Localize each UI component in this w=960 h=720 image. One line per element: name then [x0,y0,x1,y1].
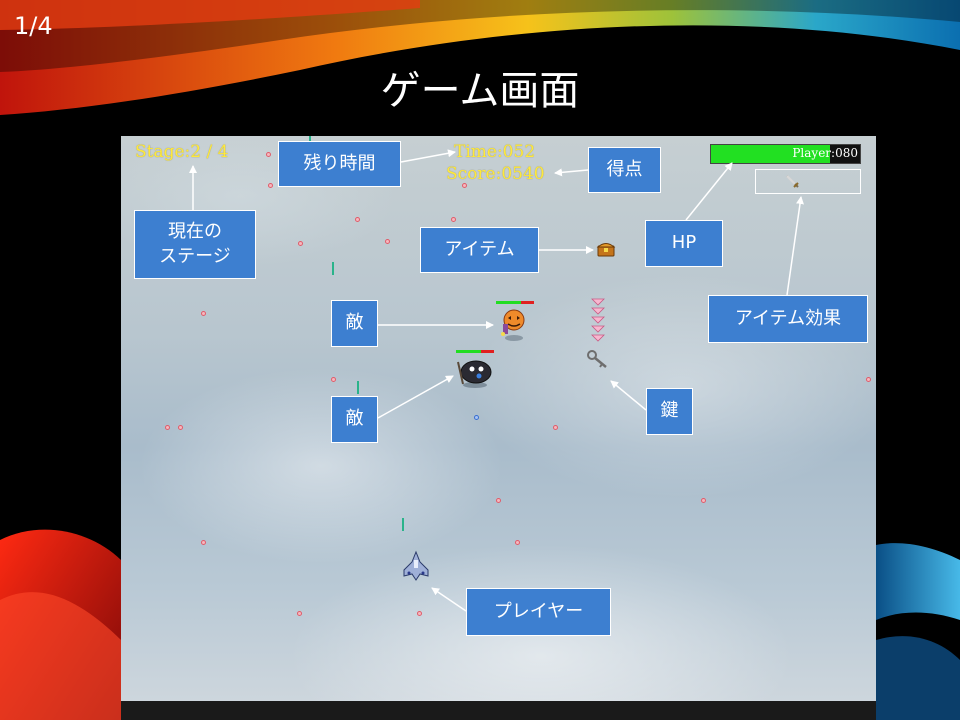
label-current-stage-line1: 現在の [168,221,222,243]
enemy-bullet [553,425,558,430]
enemy-bullet [201,540,206,545]
treasure-chest-icon [596,243,616,257]
page-number: 1/4 [14,12,53,40]
enemy-hp-bar [456,350,494,353]
label-item: アイテム [420,227,539,273]
enemy-bullet [266,152,271,157]
key-icon [587,350,607,368]
heart-stack-icon [591,298,605,342]
sword-icon [786,175,799,188]
enemy-hp-damage [481,350,494,353]
item-effect-slot [755,169,861,194]
player-hp-bar: Player:080 [710,144,861,164]
stage-indicator: Stage:2 / 4 [135,142,229,162]
enemy-hp-bar [496,301,534,304]
label-hp: HP [645,220,723,267]
enemy-bullet [355,217,360,222]
label-remaining-time: 残り時間 [278,141,401,187]
slide-title: ゲーム画面 [380,68,580,114]
label-current-stage-line2: ステージ [159,245,231,267]
enemy-hp-damage [521,301,534,304]
label-enemy-2: 敵 [331,396,378,443]
label-current-stage: 現在の ステージ [134,210,256,279]
enemy-bullet [451,217,456,222]
player-shot [357,381,359,394]
time-counter: Time:052 [454,142,536,162]
label-item-effect: アイテム効果 [708,295,868,343]
player-shot [332,262,334,275]
enemy-bullet [496,498,501,503]
enemy-bullet [178,425,183,430]
enemy-pumpkin-icon [501,309,525,341]
label-key: 鍵 [646,388,693,435]
score-counter: Score:0540 [446,164,545,184]
player-shot [402,518,404,531]
enemy-bullet [462,183,467,188]
enemy-dark-blob-icon [457,360,492,388]
enemy-bullet-blue [474,415,479,420]
enemy-bullet [417,611,422,616]
enemy-bullet [297,611,302,616]
label-score: 得点 [588,147,661,193]
enemy-bullet [165,425,170,430]
player-ship-icon [403,550,429,581]
enemy-bullet [201,311,206,316]
enemy-bullet [701,498,706,503]
label-enemy-1: 敵 [331,300,378,347]
enemy-bullet [268,183,273,188]
player-hp-label: Player:080 [792,146,858,160]
enemy-bullet [298,241,303,246]
label-player: プレイヤー [466,588,611,636]
enemy-bullet [866,377,871,382]
enemy-bullet [331,377,336,382]
enemy-bullet [515,540,520,545]
enemy-bullet [385,239,390,244]
